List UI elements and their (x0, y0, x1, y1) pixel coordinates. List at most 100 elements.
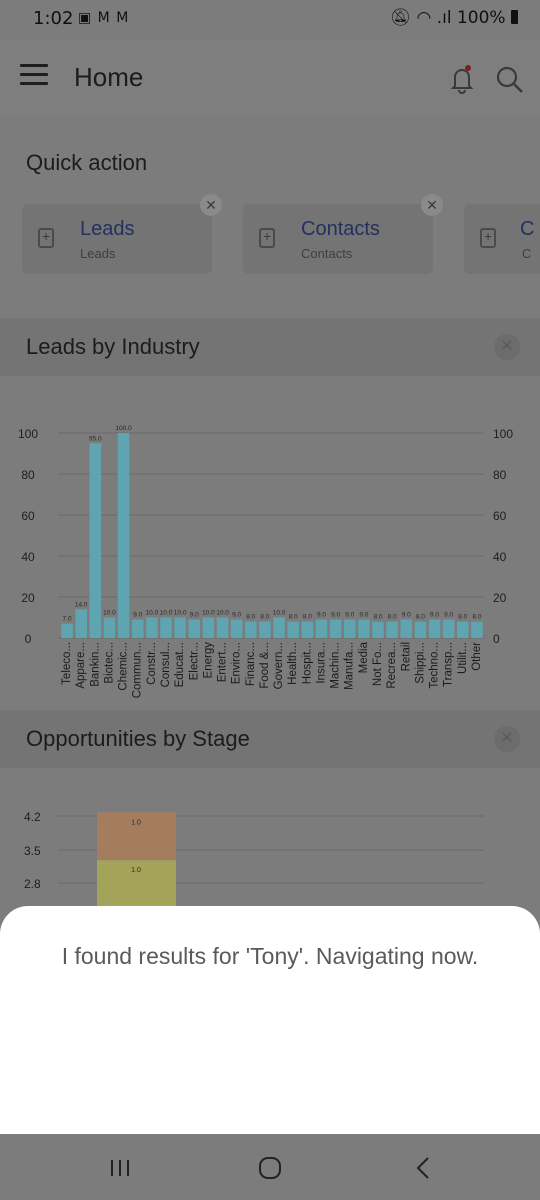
close-icon[interactable]: × (494, 334, 520, 360)
x-tick-label: Manufa... (344, 642, 356, 690)
mute-icon: 🔕︎ (389, 8, 412, 28)
y-tick-left: 80 (21, 468, 35, 482)
search-icon[interactable] (494, 62, 526, 96)
x-tick-label: Shippi... (414, 642, 426, 684)
bar (315, 619, 328, 638)
y-tick-left: 60 (21, 509, 35, 523)
page-title: Home (74, 62, 144, 92)
card-subtitle: C (522, 246, 532, 261)
menu-icon[interactable] (20, 64, 48, 86)
bar (89, 443, 102, 638)
status-right: 🔕︎ ◠ .ıl 100% (389, 8, 518, 28)
data-label: 10.0 (174, 610, 187, 617)
quick-action-leads[interactable]: Leads Leads (22, 204, 212, 274)
y-tick-right: 0 (493, 632, 500, 646)
card-subtitle: Leads (80, 246, 116, 261)
data-label: 1.0 (131, 819, 141, 826)
x-tick-label: Financ... (245, 642, 257, 686)
app-bar: Home (0, 40, 540, 118)
data-label: 9.0 (359, 612, 368, 619)
back-nav-icon[interactable] (404, 1152, 444, 1184)
card-title: Leads (80, 218, 135, 240)
remove-contacts-icon[interactable]: ✕ (421, 194, 443, 216)
data-label: 10.0 (273, 610, 286, 617)
battery-icon (511, 10, 518, 24)
quick-action-third[interactable]: C C (464, 204, 540, 274)
y-tick-right: 20 (493, 591, 507, 605)
bar (103, 617, 116, 638)
bar (414, 621, 427, 638)
x-tick-label: Educat... (174, 642, 186, 687)
bar (386, 621, 398, 638)
data-label: 9.0 (190, 612, 199, 619)
x-tick-label: Enviro... (231, 642, 243, 684)
card-title: C (520, 218, 535, 240)
data-label: 9.0 (331, 612, 340, 619)
x-tick-label: Utilit... (457, 642, 469, 674)
data-label: 8.0 (289, 614, 298, 621)
data-label: 8.0 (373, 614, 382, 621)
x-tick-label: Teleco... (61, 642, 73, 685)
x-tick-label: Insura... (315, 642, 327, 684)
bar (131, 619, 144, 638)
leads-by-industry-chart: 0 0 20 20 40 40 60 60 80 80 100 100 7.0 Teleco... 14.0… (18, 425, 513, 698)
bar (372, 621, 384, 638)
data-label: 9.0 (133, 612, 142, 619)
x-tick-label: Govern... (273, 642, 285, 689)
y-tick-left: 20 (21, 591, 35, 605)
data-label: 8.0 (246, 614, 255, 621)
y-tick-right: 40 (493, 550, 507, 564)
x-tick-label: Consul... (160, 642, 172, 687)
quick-action-title: Quick action (26, 150, 148, 175)
x-tick-label: Electr... (188, 642, 200, 680)
remove-leads-icon[interactable]: ✕ (200, 194, 222, 216)
data-label: 9.0 (402, 612, 411, 619)
add-contact-icon (259, 228, 275, 248)
y-tick-right: 60 (493, 509, 507, 523)
bar (160, 617, 172, 638)
status-bar: 1:02 ▣ M M 🔕︎ ◠ .ıl 100% (0, 0, 540, 40)
bar (329, 619, 342, 638)
y-tick-label: 4.2 (24, 810, 41, 824)
bar (471, 621, 483, 638)
quick-action-contacts[interactable]: Contacts Contacts (243, 204, 433, 274)
data-label: 10.0 (103, 610, 116, 617)
data-label: 8.0 (260, 614, 269, 621)
bar (358, 619, 370, 638)
y-tick-right: 100 (493, 427, 513, 441)
data-label: 100.0 (115, 425, 132, 432)
x-tick-label: Entert... (217, 642, 229, 682)
x-tick-label: Techno... (429, 642, 441, 689)
leads-by-industry-header: Leads by Industry × (0, 318, 540, 376)
y-tick-label: 3.5 (24, 844, 41, 858)
bar (202, 617, 215, 638)
bar (174, 617, 186, 638)
bar (188, 619, 201, 638)
section-title: Leads by Industry (26, 334, 200, 359)
x-tick-label: Not Fo... (372, 642, 384, 686)
recent-apps-icon[interactable] (100, 1152, 140, 1184)
bar (301, 621, 314, 638)
data-label: 9.0 (317, 612, 326, 619)
data-label: 9.0 (345, 612, 354, 619)
close-icon[interactable]: × (494, 726, 520, 752)
notification-bell-icon[interactable] (446, 62, 478, 96)
x-tick-label: Recrea... (386, 642, 398, 689)
home-nav-icon[interactable] (250, 1152, 290, 1184)
card-subtitle: Contacts (301, 246, 353, 261)
x-tick-label: Hospit... (301, 642, 313, 684)
bar (230, 619, 243, 638)
wifi-icon: ◠ (416, 8, 432, 28)
bar (216, 617, 229, 638)
assistant-response-sheet: I found results for 'Tony'. Navigating n… (0, 906, 540, 1134)
x-tick-label: Commun... (132, 642, 144, 698)
x-tick-label: Constr... (146, 642, 158, 685)
data-label: 10.0 (202, 610, 215, 617)
data-label: 14.0 (75, 601, 88, 608)
quick-action-section: Quick action Leads Leads ✕ Contacts Cont… (0, 118, 540, 318)
x-tick-label: Media (358, 641, 370, 673)
y-tick-left: 40 (21, 550, 35, 564)
x-tick-label: Biotec... (103, 642, 115, 684)
bar (259, 621, 271, 638)
x-tick-label: Food &... (259, 642, 271, 689)
